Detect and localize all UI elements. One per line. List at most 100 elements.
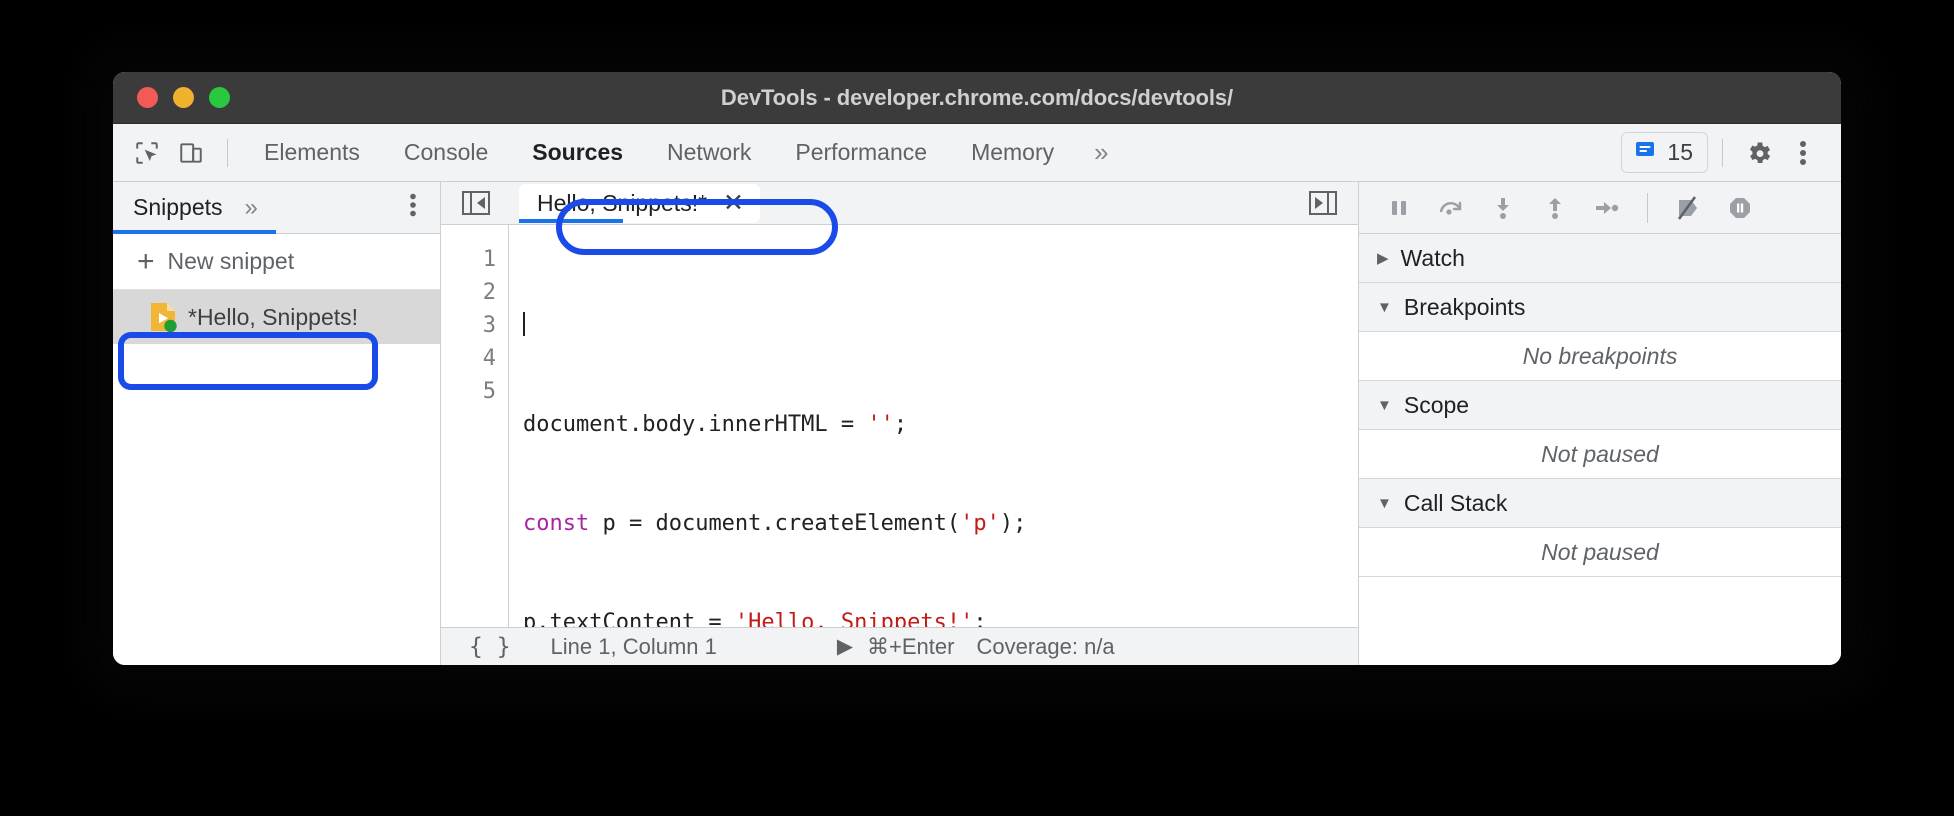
tab-console[interactable]: Console: [382, 133, 510, 172]
code-token-string: 'p': [960, 511, 1000, 536]
navigator-tabbar: Snippets »: [113, 182, 440, 234]
cursor-position: Line 1, Column 1: [550, 633, 717, 659]
minimize-window-button[interactable]: [173, 87, 194, 108]
line-number-gutter: 1 2 3 4 5: [441, 225, 509, 628]
titlebar: DevTools - developer.chrome.com/docs/dev…: [113, 72, 1841, 124]
editor-status-bar: { } Line 1, Column 1 ▶ ⌘+Enter Coverage:…: [441, 627, 1358, 665]
code-token-string: 'Hello, Snippets!': [734, 610, 974, 628]
close-window-button[interactable]: [137, 87, 158, 108]
run-shortcut-label: ⌘+Enter: [867, 633, 955, 659]
debugger-section-title: Watch: [1400, 244, 1465, 271]
code-line: p.textContent = 'Hello, Snippets!';: [523, 606, 1358, 627]
tab-elements[interactable]: Elements: [242, 133, 382, 172]
hide-navigator-icon[interactable]: [455, 182, 497, 224]
issues-message-icon: [1633, 138, 1657, 167]
code-content[interactable]: document.body.innerHTML = ''; const p = …: [509, 225, 1358, 627]
line-number: 1: [482, 247, 496, 272]
debugger-section-breakpoints[interactable]: ▼ Breakpoints: [1359, 283, 1841, 332]
close-icon[interactable]: ✕: [723, 190, 744, 216]
step-over-next-function-call-icon[interactable]: [1429, 186, 1473, 230]
gear-icon[interactable]: [1737, 131, 1781, 175]
tab-sources[interactable]: Sources: [510, 133, 645, 172]
show-debugger-icon[interactable]: [1302, 182, 1344, 224]
debugger-toolbar-divider: [1647, 192, 1648, 223]
devtools-toolbar: Elements Console Sources Network Perform…: [113, 124, 1841, 182]
text-cursor: [523, 312, 525, 336]
inspect-element-icon[interactable]: [125, 131, 169, 175]
code-token: p.textContent =: [523, 610, 735, 628]
code-line: document.body.innerHTML = '';: [523, 408, 1358, 441]
editor-pane: Hello, Snippets!* ✕ 1 2 3 4 5 document.b…: [441, 182, 1359, 665]
navigator-tab-snippets[interactable]: Snippets: [133, 194, 223, 221]
pause-script-execution-icon[interactable]: [1377, 186, 1421, 230]
code-token: ;: [893, 412, 908, 437]
device-toolbar-icon[interactable]: [169, 131, 213, 175]
breakpoints-empty-state: No breakpoints: [1359, 332, 1841, 381]
editor-tab-active-indicator: [519, 218, 623, 223]
debugger-section-watch[interactable]: ▶ Watch: [1359, 234, 1841, 283]
issues-count: 15: [1667, 139, 1693, 165]
step-into-next-function-call-icon[interactable]: [1481, 186, 1525, 230]
devtools-window: DevTools - developer.chrome.com/docs/dev…: [113, 72, 1841, 665]
panel-tabs: Elements Console Sources Network Perform…: [242, 133, 1124, 172]
scope-empty-state: Not paused: [1359, 430, 1841, 479]
toolbar-divider-2: [1722, 138, 1723, 167]
breakpoints-empty-label: No breakpoints: [1522, 342, 1678, 369]
tab-network[interactable]: Network: [645, 133, 773, 172]
new-snippet-label: New snippet: [167, 248, 295, 274]
code-token: ;: [973, 610, 987, 628]
chevron-right-icon: ▶: [1377, 249, 1389, 267]
debugger-section-scope[interactable]: ▼ Scope: [1359, 381, 1841, 430]
snippet-file-icon: [149, 302, 177, 333]
editor-tab-label: Hello, Snippets!*: [537, 189, 708, 216]
editor-tab-hello-snippets[interactable]: Hello, Snippets!* ✕: [519, 183, 760, 223]
kebab-menu-icon[interactable]: [1781, 131, 1825, 175]
editor-tabbar: Hello, Snippets!* ✕: [441, 182, 1358, 225]
coverage-label: Coverage: n/a: [976, 633, 1115, 659]
tab-memory[interactable]: Memory: [949, 133, 1076, 172]
window-title: DevTools - developer.chrome.com/docs/dev…: [720, 84, 1234, 110]
line-number: 2: [482, 280, 496, 305]
traffic-lights: [137, 87, 230, 108]
deactivate-breakpoints-icon[interactable]: [1666, 186, 1710, 230]
code-token: document.body.innerHTML =: [523, 412, 868, 437]
debugger-section-call-stack[interactable]: ▼ Call Stack: [1359, 479, 1841, 528]
snippet-list-item[interactable]: *Hello, Snippets!: [113, 290, 440, 344]
new-snippet-button[interactable]: + New snippet: [113, 234, 440, 290]
screenshot-stage: DevTools - developer.chrome.com/docs/dev…: [0, 0, 1954, 816]
code-token-string: '': [867, 412, 894, 437]
zoom-window-button[interactable]: [209, 87, 230, 108]
play-icon[interactable]: ▶: [837, 634, 853, 659]
chevron-down-icon: ▼: [1377, 298, 1392, 316]
chevron-double-right-icon[interactable]: »: [1076, 133, 1123, 172]
issues-badge[interactable]: 15: [1621, 132, 1708, 173]
code-token: p = document.createElement(: [589, 511, 961, 536]
chevron-double-right-icon[interactable]: »: [245, 194, 258, 222]
line-number: 4: [482, 346, 496, 371]
sources-panel: Snippets » + New snippet *Hello, Snippet…: [113, 182, 1841, 665]
plus-icon: +: [137, 244, 155, 278]
tab-performance[interactable]: Performance: [773, 133, 949, 172]
line-number: 5: [482, 379, 496, 404]
code-editor[interactable]: 1 2 3 4 5 document.body.innerHTML = ''; …: [441, 225, 1358, 628]
toolbar-divider: [227, 138, 228, 167]
pretty-print-icon[interactable]: { }: [469, 634, 511, 660]
code-token-keyword: const: [523, 511, 590, 536]
line-number: 3: [482, 313, 496, 338]
code-line: [523, 309, 1358, 342]
chevron-down-icon: ▼: [1377, 494, 1392, 512]
chevron-down-icon: ▼: [1377, 396, 1392, 414]
kebab-menu-icon[interactable]: [410, 193, 416, 222]
debugger-section-title: Breakpoints: [1403, 293, 1526, 320]
call-stack-empty-state: Not paused: [1359, 528, 1841, 577]
scope-empty-label: Not paused: [1541, 440, 1659, 467]
debugger-section-title: Call Stack: [1403, 489, 1508, 516]
step-out-of-current-function-icon[interactable]: [1533, 186, 1577, 230]
step-icon[interactable]: [1585, 186, 1629, 230]
code-token: );: [999, 511, 1027, 536]
pause-on-exceptions-icon[interactable]: [1718, 186, 1762, 230]
navigator-pane: Snippets » + New snippet *Hello, Snippet…: [113, 182, 441, 665]
code-line: const p = document.createElement('p');: [523, 507, 1358, 540]
navigator-tab-active-indicator: [113, 230, 276, 234]
call-stack-empty-label: Not paused: [1541, 538, 1659, 565]
